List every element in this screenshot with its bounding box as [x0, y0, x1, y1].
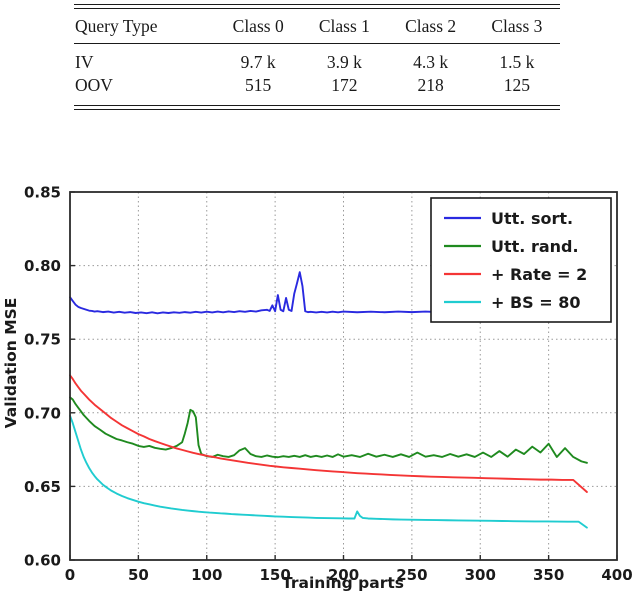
y-axis-tick-label: 0.75 [24, 331, 61, 349]
table-header-row: Query Type Class 0 Class 1 Class 2 Class… [74, 9, 560, 44]
table-spacer [74, 97, 560, 106]
cell-oov-class-3: 125 [503, 75, 530, 95]
y-axis-tick-label: 0.80 [24, 257, 61, 275]
column-header-class-1: Class 1 [318, 16, 370, 36]
column-header-query-type: Query Type [75, 16, 158, 36]
y-axis-tick-label: 0.60 [24, 552, 61, 570]
x-axis-tick-label: 300 [465, 566, 496, 584]
row-label-iv: IV [75, 52, 94, 72]
x-axis-tick-label: 350 [533, 566, 564, 584]
chart-legend[interactable]: Utt. sort. Utt. rand. + Rate = 2 + BS = 80 [430, 197, 612, 323]
cell-iv-class-3: 1.5 k [499, 52, 535, 72]
column-header-class-2: Class 2 [405, 16, 457, 36]
cell-oov-class-1: 172 [331, 75, 358, 95]
cell-iv-class-2: 4.3 k [413, 52, 449, 72]
y-axis-tick-label: 0.85 [24, 184, 61, 202]
y-axis-title: Validation MSE [2, 298, 20, 429]
legend-label-2[interactable]: + Rate = 2 [491, 265, 587, 284]
table-body: IV 9.7 k 3.9 k 4.3 k 1.5 k OOV 515 172 2… [74, 44, 560, 110]
cell-iv-class-0: 9.7 k [240, 52, 276, 72]
chart-svg: 0 50 100 150 200 250 300 350 4000.600.650.700.75… [0, 168, 640, 609]
table-bottom-rule [74, 105, 560, 110]
x-axis-tick-label: 400 [601, 566, 632, 584]
column-header-class-0: Class 0 [232, 16, 284, 36]
validation-mse-chart: 0 50 100 150 200 250 300 350 400 0.60 0.65 0.70 0.75… [0, 168, 640, 609]
cell-oov-class-2: 218 [417, 75, 444, 95]
stats-table-container: Query Type Class 0 Class 1 Class 2 Class… [74, 4, 560, 110]
legend-label-3[interactable]: + BS = 80 [491, 293, 581, 312]
table-row-iv: IV 9.7 k 3.9 k 4.3 k 1.5 k [74, 44, 560, 74]
y-axis-tick-label: 0.65 [24, 478, 61, 496]
x-axis-tick-label: 0 [65, 566, 75, 584]
x-axis-title: Training parts [282, 574, 404, 592]
legend-label-0[interactable]: Utt. sort. [491, 209, 573, 228]
query-type-class-counts-table: Query Type Class 0 Class 1 Class 2 Class… [74, 4, 560, 110]
table-header: Query Type Class 0 Class 1 Class 2 Class… [74, 4, 560, 44]
cell-iv-class-1: 3.9 k [326, 52, 362, 72]
y-axis-tick-label: 0.70 [24, 404, 61, 422]
cell-oov-class-0: 515 [245, 75, 272, 95]
table-row-oov: OOV 515 172 218 125 [74, 74, 560, 97]
legend-label-1[interactable]: Utt. rand. [491, 237, 579, 256]
row-label-oov: OOV [75, 75, 113, 95]
x-axis-tick-label: 50 [128, 566, 149, 584]
column-header-class-3: Class 3 [491, 16, 543, 36]
x-axis-tick-label: 100 [191, 566, 222, 584]
